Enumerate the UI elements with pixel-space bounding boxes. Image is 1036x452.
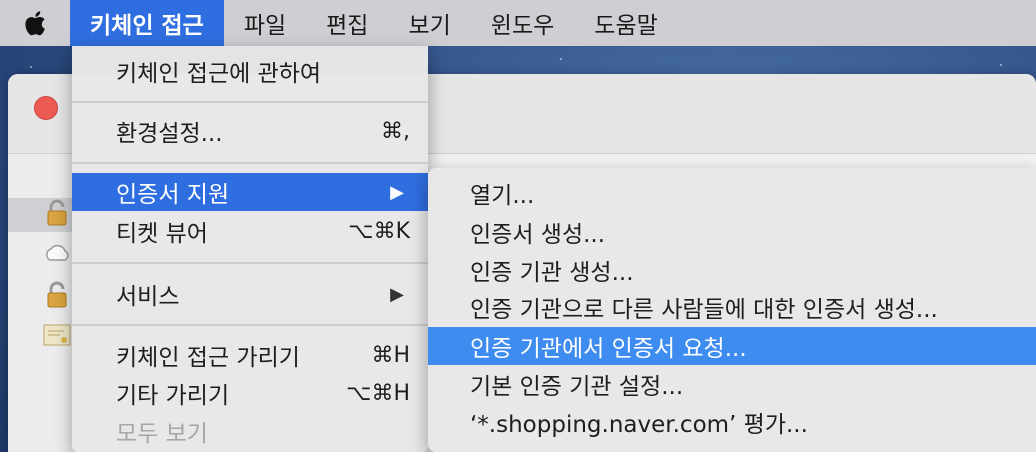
menu-item-about[interactable]: 키체인 접근에 관하여: [72, 52, 428, 90]
menu-item-shortcut: ⌘H: [371, 342, 410, 368]
menu-item-label: 환경설정...: [116, 121, 223, 147]
menu-item-hide-keychain-access[interactable]: 키체인 접근 가리기 ⌘H: [72, 336, 428, 374]
menu-item-show-all: 모두 보기: [72, 412, 428, 450]
menu-item-label: 모두 보기: [116, 421, 208, 447]
menu-item-label: 티켓 뷰어: [116, 221, 208, 247]
cloud-icon: [46, 245, 69, 261]
menu-item-label: 인증서 지원: [116, 182, 230, 208]
menu-item-label: 인증 기관에서 인증서 요청...: [470, 336, 747, 362]
menu-edit[interactable]: 편집: [306, 0, 388, 46]
certificate-icon: [43, 324, 71, 346]
menu-item-label: 서비스: [116, 284, 180, 310]
menu-item-label: 열기...: [470, 183, 535, 209]
menu-help[interactable]: 도움말: [574, 0, 677, 46]
menu-bar: 키체인 접근 파일 편집 보기 윈도우 도움말: [0, 0, 1036, 46]
menu-item-label: 키체인 접근에 관하여: [116, 61, 322, 87]
menu-item-label: 인증서 생성...: [470, 222, 606, 248]
menu-file[interactable]: 파일: [224, 0, 306, 46]
apple-icon[interactable]: [0, 0, 70, 46]
submenu-item-create-cert-for-others[interactable]: 인증 기관으로 다른 사람들에 대한 인증서 생성...: [428, 288, 1036, 326]
menu-separator: [72, 101, 428, 103]
lock-icon: [47, 199, 67, 226]
menu-item-shortcut: ⌥⌘K: [348, 218, 410, 244]
submenu-arrow-icon: ▶: [390, 283, 404, 305]
menu-keychain-access[interactable]: 키체인 접근: [70, 0, 224, 46]
menu-item-preferences[interactable]: 환경설정... ⌘,: [72, 112, 428, 150]
keychain-access-menu: 키체인 접근에 관하여 환경설정... ⌘, 인증서 지원 ▶ 티켓 뷰어 ⌥⌘…: [72, 46, 428, 452]
menu-item-label: 기타 가리기: [116, 383, 230, 409]
menu-view[interactable]: 보기: [388, 0, 470, 46]
submenu-arrow-icon: ▶: [390, 181, 404, 203]
submenu-item-evaluate[interactable]: ‘*.shopping.naver.com’ 평가...: [428, 403, 1036, 441]
submenu-item-request-from-ca[interactable]: 인증 기관에서 인증서 요청...: [428, 327, 1036, 365]
menu-item-shortcut: ⌥⌘H: [346, 380, 410, 406]
menu-item-ticket-viewer[interactable]: 티켓 뷰어 ⌥⌘K: [72, 212, 428, 250]
submenu-item-set-default-ca[interactable]: 기본 인증 기관 설정...: [428, 365, 1036, 403]
menu-item-shortcut: ⌘,: [381, 118, 410, 144]
submenu-item-create-certificate[interactable]: 인증서 생성...: [428, 213, 1036, 251]
certificate-assistant-submenu: 열기... 인증서 생성... 인증 기관 생성... 인증 기관으로 다른 사…: [428, 168, 1036, 452]
menu-item-label: 인증 기관 생성...: [470, 260, 634, 286]
menu-separator: [72, 262, 428, 264]
menu-item-label: 기본 인증 기관 설정...: [470, 374, 684, 400]
menu-window[interactable]: 윈도우: [471, 0, 574, 46]
close-window-button[interactable]: [34, 96, 58, 120]
menu-separator: [72, 324, 428, 326]
menu-item-label: 키체인 접근 가리기: [116, 345, 300, 371]
menu-item-certificate-assistant[interactable]: 인증서 지원 ▶: [72, 173, 428, 211]
submenu-item-open[interactable]: 열기...: [428, 174, 1036, 212]
submenu-item-create-ca[interactable]: 인증 기관 생성...: [428, 251, 1036, 289]
menu-item-services[interactable]: 서비스 ▶: [72, 275, 428, 313]
menu-item-hide-others[interactable]: 기타 가리기 ⌥⌘H: [72, 374, 428, 412]
lock-icon: [47, 281, 67, 308]
menu-separator: [72, 162, 428, 164]
menu-item-label: 인증 기관으로 다른 사람들에 대한 인증서 생성...: [470, 297, 938, 323]
menu-item-label: ‘*.shopping.naver.com’ 평가...: [470, 412, 808, 438]
